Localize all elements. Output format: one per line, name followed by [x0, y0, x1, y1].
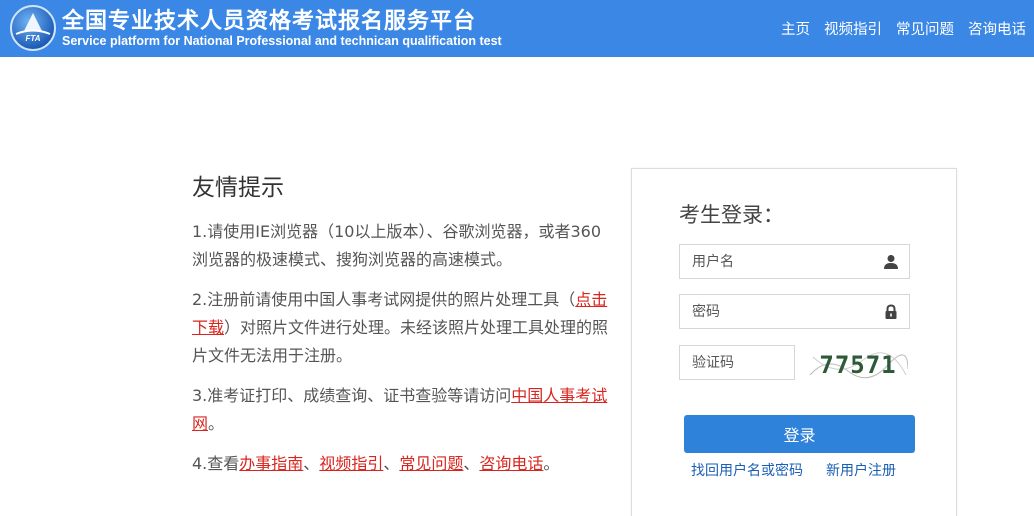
separator: 、 [463, 454, 480, 473]
video-guide-link[interactable]: 视频指引 [319, 454, 383, 473]
password-input[interactable] [680, 295, 909, 328]
nav-faq[interactable]: 常见问题 [896, 18, 954, 39]
fta-logo[interactable]: FTA [10, 5, 56, 51]
tip-resources-end: 。 [543, 454, 560, 473]
site-title: 全国专业技术人员资格考试报名服务平台 [62, 9, 477, 34]
captcha-image[interactable]: 77571 [808, 345, 908, 385]
nav-hotline[interactable]: 咨询电话 [968, 18, 1026, 39]
separator: 、 [383, 454, 400, 473]
top-header: FTA 全国专业技术人员资格考试报名服务平台 Service platform … [0, 0, 1034, 57]
lock-icon [885, 304, 897, 319]
tips-title: 友情提示 [192, 175, 284, 201]
faq-link[interactable]: 常见问题 [399, 454, 463, 473]
tip-resources: 4.查看办事指南、视频指引、常见问题、咨询电话。 [192, 450, 612, 478]
separator: 、 [303, 454, 320, 473]
password-field[interactable] [679, 294, 910, 329]
captcha-field[interactable] [679, 345, 795, 380]
top-nav: 主页 视频指引 常见问题 咨询电话 [781, 18, 1026, 39]
register-link[interactable]: 新用户注册 [826, 460, 896, 480]
guide-link[interactable]: 办事指南 [239, 454, 303, 473]
tip-photo-text-b: ）对照片文件进行处理。未经该照片处理工具处理的照片文件无法用于注册。 [192, 318, 609, 365]
nav-home[interactable]: 主页 [781, 18, 810, 39]
tips-section: 友情提示 1.请使用IE浏览器（10以上版本）、谷歌浏览器，或者360浏览器的极… [192, 168, 612, 490]
username-input[interactable] [680, 245, 909, 278]
user-icon [884, 255, 898, 269]
logo-emblem-icon: FTA [15, 13, 51, 43]
hotline-link[interactable]: 咨询电话 [479, 454, 543, 473]
logo-text: FTA [26, 34, 41, 43]
tip-resources-text: 4.查看 [192, 454, 240, 473]
recover-account-link[interactable]: 找回用户名或密码 [691, 460, 803, 480]
captcha-input[interactable] [680, 346, 794, 379]
tip-photo-text-a: 2.注册前请使用中国人事考试网提供的照片处理工具（ [192, 290, 576, 309]
site-subtitle: Service platform for National Profession… [62, 34, 502, 48]
login-button[interactable]: 登录 [684, 415, 915, 453]
nav-video-guide[interactable]: 视频指引 [824, 18, 882, 39]
tip-exam-text-a: 3.准考证打印、成绩查询、证书查验等请访问 [192, 386, 512, 405]
tip-browser: 1.请使用IE浏览器（10以上版本）、谷歌浏览器，或者360浏览器的极速模式、搜… [192, 222, 601, 269]
login-title: 考生登录： [679, 203, 784, 227]
tip-exam-site: 3.准考证打印、成绩查询、证书查验等请访问中国人事考试网。 [192, 382, 612, 438]
username-field[interactable] [679, 244, 910, 279]
captcha-text: 77571 [819, 351, 896, 379]
tip-exam-text-b: 。 [208, 414, 225, 433]
tip-photo-tool: 2.注册前请使用中国人事考试网提供的照片处理工具（点击下载）对照片文件进行处理。… [192, 286, 612, 370]
login-panel: 考生登录： 77571 登录 找回用户名或密码 新用户注册 [631, 168, 957, 516]
